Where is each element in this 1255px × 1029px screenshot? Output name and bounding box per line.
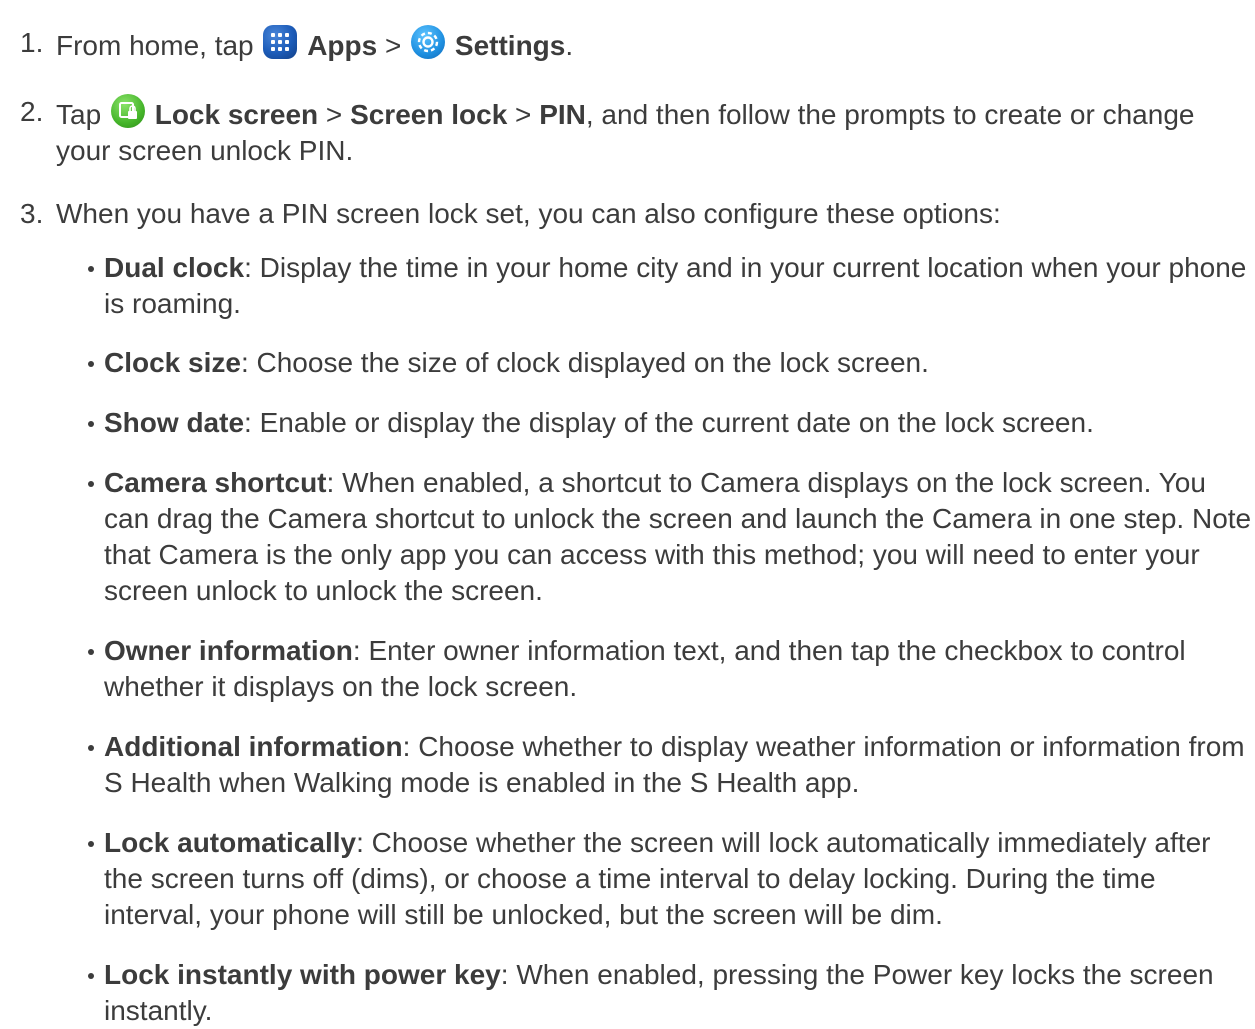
list-item: Lock automatically: Choose whether the s… bbox=[88, 825, 1254, 933]
bullet-dot bbox=[88, 481, 94, 487]
step-number: 3. bbox=[20, 198, 44, 229]
step-text: Tap Lock screen > Screen lock > PIN, and… bbox=[56, 94, 1240, 169]
step-number: 2. bbox=[20, 96, 44, 127]
option-term: Clock size bbox=[104, 347, 241, 378]
option-term: Show date bbox=[104, 407, 245, 438]
lock-screen-label: Lock screen bbox=[154, 99, 319, 130]
option-term: Additional information bbox=[104, 731, 403, 762]
option-term: Dual clock bbox=[104, 252, 245, 283]
bullet-dot bbox=[88, 266, 94, 272]
bullet-dot bbox=[88, 649, 94, 655]
option-term: Owner information bbox=[104, 635, 353, 666]
step-text: When you have a PIN screen lock set, you… bbox=[56, 198, 1001, 229]
option-description: : Enable or display the display of the c… bbox=[244, 407, 1094, 438]
option-term: Lock automatically bbox=[104, 827, 357, 858]
list-item: Owner information: Enter owner informati… bbox=[88, 633, 1254, 705]
option-term: Lock instantly with power key bbox=[104, 959, 501, 990]
bullet-dot bbox=[88, 745, 94, 751]
apps-grid-icon bbox=[263, 25, 298, 59]
bullet-dot bbox=[88, 973, 94, 979]
step-2: 2. Tap Lock screen > Screen lock > PIN, … bbox=[0, 94, 1240, 169]
bullet-dot bbox=[88, 421, 94, 427]
list-item: Additional information: Choose whether t… bbox=[88, 729, 1254, 801]
step-3: 3. When you have a PIN screen lock set, … bbox=[0, 196, 1240, 232]
lock-screen-icon bbox=[110, 94, 145, 128]
settings-gear-icon bbox=[411, 25, 446, 59]
settings-label: Settings bbox=[454, 30, 566, 61]
pin-label: PIN bbox=[539, 99, 586, 130]
step-text: From home, tap Apps > Settings. bbox=[56, 25, 1240, 64]
bullet-dot bbox=[88, 361, 94, 367]
list-item: Clock size: Choose the size of clock dis… bbox=[88, 345, 1254, 381]
screen-lock-label: Screen lock bbox=[350, 99, 508, 130]
option-description: : Choose the size of clock displayed on … bbox=[240, 347, 929, 378]
apps-label: Apps bbox=[307, 30, 378, 61]
list-item: Show date: Enable or display the display… bbox=[88, 405, 1254, 441]
list-item: Lock instantly with power key: When enab… bbox=[88, 957, 1254, 1029]
step-1: 1. From home, tap Apps > Settings. bbox=[0, 25, 1240, 64]
list-item: Camera shortcut: When enabled, a shortcu… bbox=[88, 465, 1254, 609]
bullet-dot bbox=[88, 841, 94, 847]
option-description: : Display the time in your home city and… bbox=[104, 252, 1247, 319]
step-number: 1. bbox=[20, 27, 44, 58]
instructions-page: 1. From home, tap Apps > Settings. 2. Ta… bbox=[0, 0, 1255, 1026]
option-term: Camera shortcut bbox=[104, 467, 327, 498]
list-item: Dual clock: Display the time in your hom… bbox=[88, 250, 1254, 322]
